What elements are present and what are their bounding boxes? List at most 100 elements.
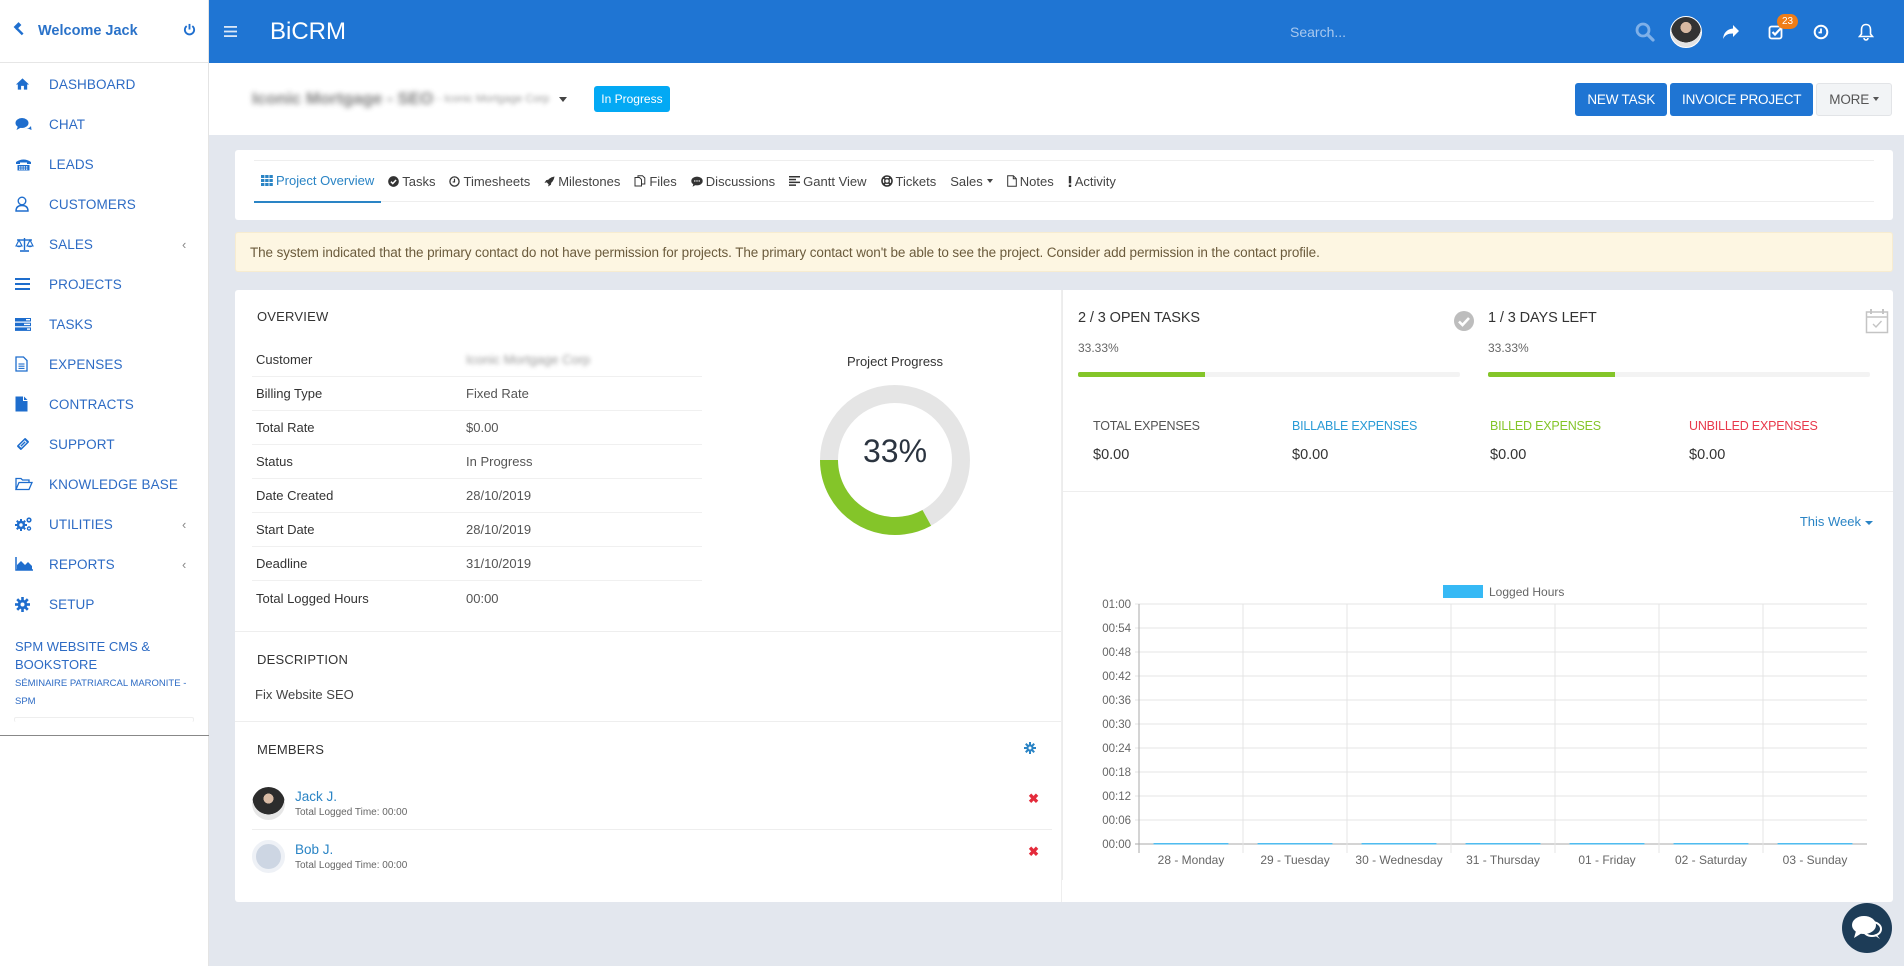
member-logged-time: Total Logged Time: 00:00 bbox=[295, 860, 408, 871]
project-progress-percent: 33% bbox=[862, 433, 928, 469]
search-box bbox=[1283, 12, 1663, 52]
search-icon[interactable] bbox=[1635, 22, 1655, 45]
tab-label: Notes bbox=[1019, 173, 1054, 189]
gavel-icon bbox=[12, 21, 34, 41]
tab-tasks[interactable]: Tasks bbox=[381, 161, 442, 202]
chevron-left-icon[interactable]: ‹ bbox=[182, 557, 208, 572]
sidebar-item-customers[interactable]: CUSTOMERS bbox=[0, 184, 208, 224]
remove-member-x-icon[interactable]: ✖ bbox=[1028, 791, 1039, 807]
check-circle-icon bbox=[1453, 310, 1475, 335]
overview-title: OVERVIEW bbox=[257, 309, 329, 324]
search-input[interactable] bbox=[1283, 23, 1613, 40]
tab-activity[interactable]: Activity bbox=[1061, 161, 1123, 202]
exclamation-icon bbox=[1068, 175, 1072, 187]
member-name-link[interactable]: Jack J. bbox=[295, 789, 407, 804]
description-title: DESCRIPTION bbox=[257, 652, 349, 667]
th-icon bbox=[261, 175, 273, 186]
expense-label: BILLED EXPENSES bbox=[1490, 419, 1601, 433]
expense-total-expenses: TOTAL EXPENSES $0.00 bbox=[1093, 419, 1200, 463]
member-name-link[interactable]: Bob J. bbox=[295, 842, 407, 857]
bar-logged-hours bbox=[1777, 843, 1853, 845]
sidebar-item-knowledge-base[interactable]: KNOWLEDGE BASE bbox=[0, 464, 208, 504]
overview-value[interactable]: Iconic Mortgage Corp bbox=[466, 352, 590, 367]
sidebar-item-utilities[interactable]: UTILITIES ‹ bbox=[0, 504, 208, 544]
remove-member-x-icon[interactable]: ✖ bbox=[1028, 844, 1039, 860]
files-icon bbox=[634, 175, 646, 187]
pinned-project[interactable]: SPM WEBSITE CMS & BOOKSTORE SÉMINAIRE PA… bbox=[0, 624, 208, 722]
member-avatar[interactable] bbox=[252, 840, 285, 873]
sidebar-item-label: PROJECTS bbox=[49, 276, 122, 292]
tasks-checkbox-icon[interactable]: 23 bbox=[1753, 13, 1799, 40]
project-title: Iconic Mortgage - SEO bbox=[252, 89, 434, 108]
open-tasks-stat: 2 / 3 OPEN TASKS 33.33% bbox=[1063, 290, 1474, 387]
share-icon[interactable] bbox=[1708, 24, 1753, 40]
tab-gantt-view[interactable]: Gantt View bbox=[782, 161, 873, 202]
sidebar-item-support[interactable]: SUPPORT bbox=[0, 424, 208, 464]
sidebar-item-leads[interactable]: LEADS bbox=[0, 144, 208, 184]
tab-sales[interactable]: Sales bbox=[943, 161, 1000, 202]
home-icon bbox=[15, 77, 49, 91]
open-tasks-title: 2 / 3 OPEN TASKS bbox=[1078, 310, 1200, 326]
divider bbox=[14, 717, 194, 722]
invoice-project-button[interactable]: INVOICE PROJECT bbox=[1670, 82, 1814, 116]
overview-value: 31/10/2019 bbox=[466, 556, 532, 571]
expense-label: BILLABLE EXPENSES bbox=[1292, 419, 1418, 433]
file-icon bbox=[15, 396, 49, 412]
tab-files[interactable]: Files bbox=[627, 161, 683, 202]
tab-discussions[interactable]: Discussions bbox=[684, 161, 782, 202]
phone-icon bbox=[15, 158, 49, 171]
project-tabs: Project Overview Tasks Timesheets Milestone… bbox=[235, 150, 1893, 220]
tab-timesheets[interactable]: Timesheets bbox=[442, 161, 537, 202]
sidebar-item-dashboard[interactable]: DASHBOARD bbox=[0, 64, 208, 104]
chevron-left-icon[interactable]: ‹ bbox=[182, 237, 208, 252]
chat-icon bbox=[15, 117, 49, 131]
tab-label: Sales bbox=[950, 173, 983, 189]
user-avatar-button[interactable] bbox=[1663, 15, 1708, 48]
more-dropdown-button[interactable]: MORE bbox=[1816, 82, 1892, 116]
week-filter-label: This Week bbox=[1799, 514, 1861, 529]
days-left-percent: 33.33% bbox=[1488, 341, 1529, 355]
chevron-left-icon[interactable]: ‹ bbox=[182, 517, 208, 532]
header-actions: NEW TASK INVOICE PROJECT MORE bbox=[1575, 82, 1892, 116]
sidebar-item-reports[interactable]: REPORTS ‹ bbox=[0, 544, 208, 584]
welcome-text: Welcome Jack bbox=[38, 23, 138, 39]
sidebar-item-expenses[interactable]: EXPENSES bbox=[0, 344, 208, 384]
bars-icon bbox=[15, 278, 49, 290]
bar-logged-hours bbox=[1465, 843, 1541, 845]
sidebar-item-sales[interactable]: SALES ‹ bbox=[0, 224, 208, 264]
tab-notes[interactable]: Notes bbox=[1000, 161, 1061, 202]
sidebar-item-tasks[interactable]: TASKS bbox=[0, 304, 208, 344]
tab-tickets[interactable]: Tickets bbox=[874, 161, 944, 202]
more-label: MORE bbox=[1829, 91, 1869, 107]
week-filter-dropdown[interactable]: This Week bbox=[1800, 514, 1873, 529]
brand-logo[interactable]: BiCRM bbox=[270, 18, 346, 46]
sidebar-header: Welcome Jack bbox=[0, 0, 208, 63]
logout-power-icon[interactable] bbox=[183, 23, 196, 40]
sidebar-item-contracts[interactable]: CONTRACTS bbox=[0, 384, 208, 424]
clock-icon bbox=[449, 175, 461, 187]
new-task-button[interactable]: NEW TASK bbox=[1575, 82, 1668, 116]
sidebar-item-label: LEADS bbox=[49, 156, 94, 172]
chat-widget-button[interactable] bbox=[1842, 903, 1892, 953]
member-avatar[interactable] bbox=[252, 786, 285, 820]
sidebar-item-projects[interactable]: PROJECTS bbox=[0, 264, 208, 304]
sidebar-item-setup[interactable]: SETUP bbox=[0, 584, 208, 624]
overview-row-deadline: Deadline 31/10/2019 bbox=[252, 547, 702, 581]
pinned-project-name[interactable]: SPM WEBSITE CMS & BOOKSTORE bbox=[15, 638, 194, 674]
y-tick-label: 00:24 bbox=[1102, 743, 1131, 755]
sidebar-item-chat[interactable]: CHAT bbox=[0, 104, 208, 144]
notifications-bell-icon[interactable] bbox=[1843, 23, 1888, 41]
avatar[interactable] bbox=[1669, 15, 1702, 48]
project-switch-caret-icon[interactable] bbox=[559, 96, 568, 102]
tab-milestones[interactable]: Milestones bbox=[537, 161, 627, 202]
clock-icon[interactable] bbox=[1798, 24, 1843, 40]
project-overview-panel: OVERVIEW Customer Iconic Mortgage Corp Bi… bbox=[235, 290, 1893, 902]
hamburger-menu-icon[interactable] bbox=[209, 21, 251, 42]
overview-row-date-created: Date Created 28/10/2019 bbox=[252, 479, 702, 513]
life-ring-icon bbox=[880, 175, 893, 187]
tab-project-overview[interactable]: Project Overview bbox=[254, 161, 382, 203]
permission-warning-alert: The system indicated that the primary co… bbox=[235, 232, 1893, 272]
overview-label: Customer bbox=[256, 352, 313, 367]
members-settings-gear-icon[interactable] bbox=[1024, 742, 1036, 757]
file-text-icon bbox=[15, 356, 49, 372]
